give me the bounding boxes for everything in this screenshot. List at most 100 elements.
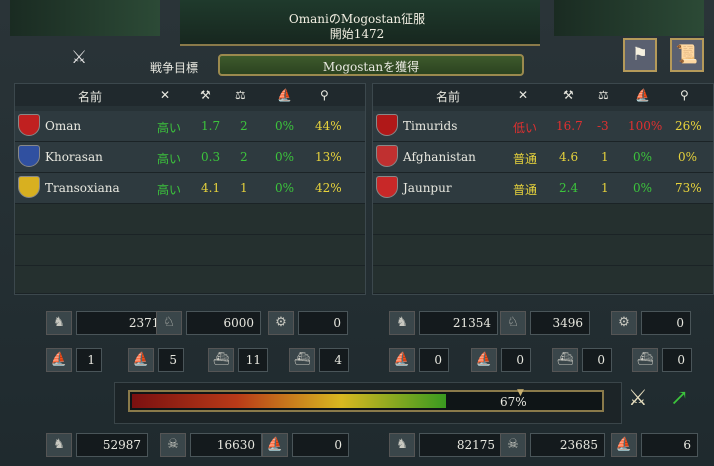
defender-row[interactable]: Timurids 低い 16.7 -3 100% 26% [373,111,713,142]
empty-row [373,266,713,294]
attacker-losses-value: 16630 [190,433,262,457]
transport-icon: ⛴ [289,348,315,372]
name-column-header: 名前 [77,90,102,104]
defender-heavy-ships-value: 0 [419,348,449,372]
defender-total-troops-value: 82175 [419,433,502,457]
transoxiana-flag-icon [18,176,40,198]
empty-row [373,204,713,235]
country-name: Oman [45,119,82,133]
rifleman-icon: ⚲ [320,88,329,102]
attacker-total-troops-value: 52987 [76,433,148,457]
white-flag-icon: ⚑ [631,44,649,65]
empty-row [15,204,365,235]
war-goal-bar[interactable]: Mogostanを獲得 [218,54,524,76]
attitude: 高い [157,152,182,166]
defender-transports-value: 0 [662,348,692,372]
attitude: 普通 [513,152,538,166]
arrow-up-right-icon[interactable]: ↗ [670,386,688,411]
country-name: Timurids [403,119,458,133]
transport-icon: ⛴ [632,348,658,372]
war-score-bar[interactable] [128,390,604,412]
empty-row [15,266,365,294]
defender-row[interactable]: Jaunpur 普通 2.4 1 0% 73% [373,173,713,204]
country-name: Afghanistan [403,150,476,164]
attackers-panel: 名前 ✕ ⚒ ⚖ ⛵ ⚲ Oman 高い 1.7 2 0% 44% Khoras… [14,83,366,295]
country-name: Transoxiana [45,181,120,195]
attitude: 低い [513,121,538,135]
defender-infantry-value: 21354 [419,311,498,335]
defender-light-ships-value: 0 [501,348,531,372]
demand-button[interactable]: 📜 [670,38,704,72]
jaunpur-flag-icon [376,176,398,198]
attacker-light-ships-value: 5 [158,348,184,372]
infantry-icon: ♞ [46,311,72,335]
attacker-heavy-ships-value: 1 [76,348,102,372]
galley-icon: ⛴ [208,348,234,372]
stat-c: 0% [275,150,295,164]
defenders-panel: 名前 ✕ ⚒ ⚖ ⛵ ⚲ Timurids 低い 16.7 -3 100% 26… [372,83,714,295]
defender-galleys-value: 0 [582,348,612,372]
crossed-swords-icon: ✕ [160,88,171,102]
stat-a: 0.3 [201,150,221,164]
fleet-icon: ⛵ [277,88,292,102]
empty-row [15,235,365,266]
attitude: 高い [157,183,182,197]
attacker-cavalry-value: 6000 [186,311,261,335]
war-score-text: 67% [500,395,527,409]
empty-row [373,235,713,266]
defender-cavalry-value: 3496 [530,311,590,335]
country-name: Khorasan [45,150,103,164]
attacker-row[interactable]: Oman 高い 1.7 2 0% 44% [15,111,365,142]
war-start-date: 開始1472 [329,27,385,41]
skull-icon: ☠ [160,433,186,457]
defender-row[interactable]: Afghanistan 普通 4.6 1 0% 0% [373,142,713,173]
stat-a: 2.4 [559,181,579,195]
war-goal-label: 戦争目標 [150,61,199,75]
cavalry-icon: ♘ [500,311,526,335]
defenders-header: 名前 ✕ ⚒ ⚖ ⛵ ⚲ [373,84,713,106]
galley-icon: ⛴ [552,348,578,372]
cavalry-icon: ♘ [156,311,182,335]
heavy-ship-icon: ⛵ [46,348,72,372]
artillery-icon: ⚙ [268,311,294,335]
stat-d: 0% [678,150,698,164]
attacker-ships-total-value: 0 [292,433,349,457]
name-column-header: 名前 [435,90,460,104]
peace-offer-button[interactable]: ⚑ [623,38,657,72]
stat-c: 100% [628,119,663,133]
crossed-axes-icon: ⚒ [563,88,574,102]
ship-icon: ⛵ [262,433,288,457]
timurids-flag-icon [376,114,398,136]
stat-c: 0% [275,181,295,195]
scroll-icon: 📜 [675,44,699,65]
war-score-fill [132,394,446,408]
stat-b: 2 [240,119,248,133]
army-icon: ♞ [46,433,72,457]
stat-a: 1.7 [201,119,221,133]
afghanistan-flag-icon [376,145,398,167]
crossed-swords-icon: ✕ [518,88,529,102]
stat-b: 1 [240,181,248,195]
crossed-swords-icon: ⚔ [71,47,88,68]
attacker-row[interactable]: Transoxiana 高い 4.1 1 0% 42% [15,173,365,204]
defender-artillery-value: 0 [641,311,691,335]
attacker-row[interactable]: Khorasan 高い 0.3 2 0% 13% [15,142,365,173]
oman-flag-icon [18,114,40,136]
stat-d: 44% [315,119,342,133]
country-name: Jaunpur [403,181,452,195]
scales-icon: ⚖ [235,88,246,102]
crossed-axes-icon: ⚒ [200,88,211,102]
stat-b: 1 [601,150,609,164]
attitude: 普通 [513,183,538,197]
stat-b: -3 [597,119,609,133]
attacker-galleys-value: 11 [238,348,268,372]
army-icon: ♞ [389,433,415,457]
stat-c: 0% [633,181,653,195]
infantry-icon: ♞ [389,311,415,335]
attacker-artillery-value: 0 [298,311,348,335]
stat-d: 42% [315,181,342,195]
battle-icon[interactable]: ⚔ [628,386,648,411]
stat-d: 13% [315,150,342,164]
light-ship-icon: ⛵ [471,348,497,372]
stat-d: 26% [675,119,702,133]
